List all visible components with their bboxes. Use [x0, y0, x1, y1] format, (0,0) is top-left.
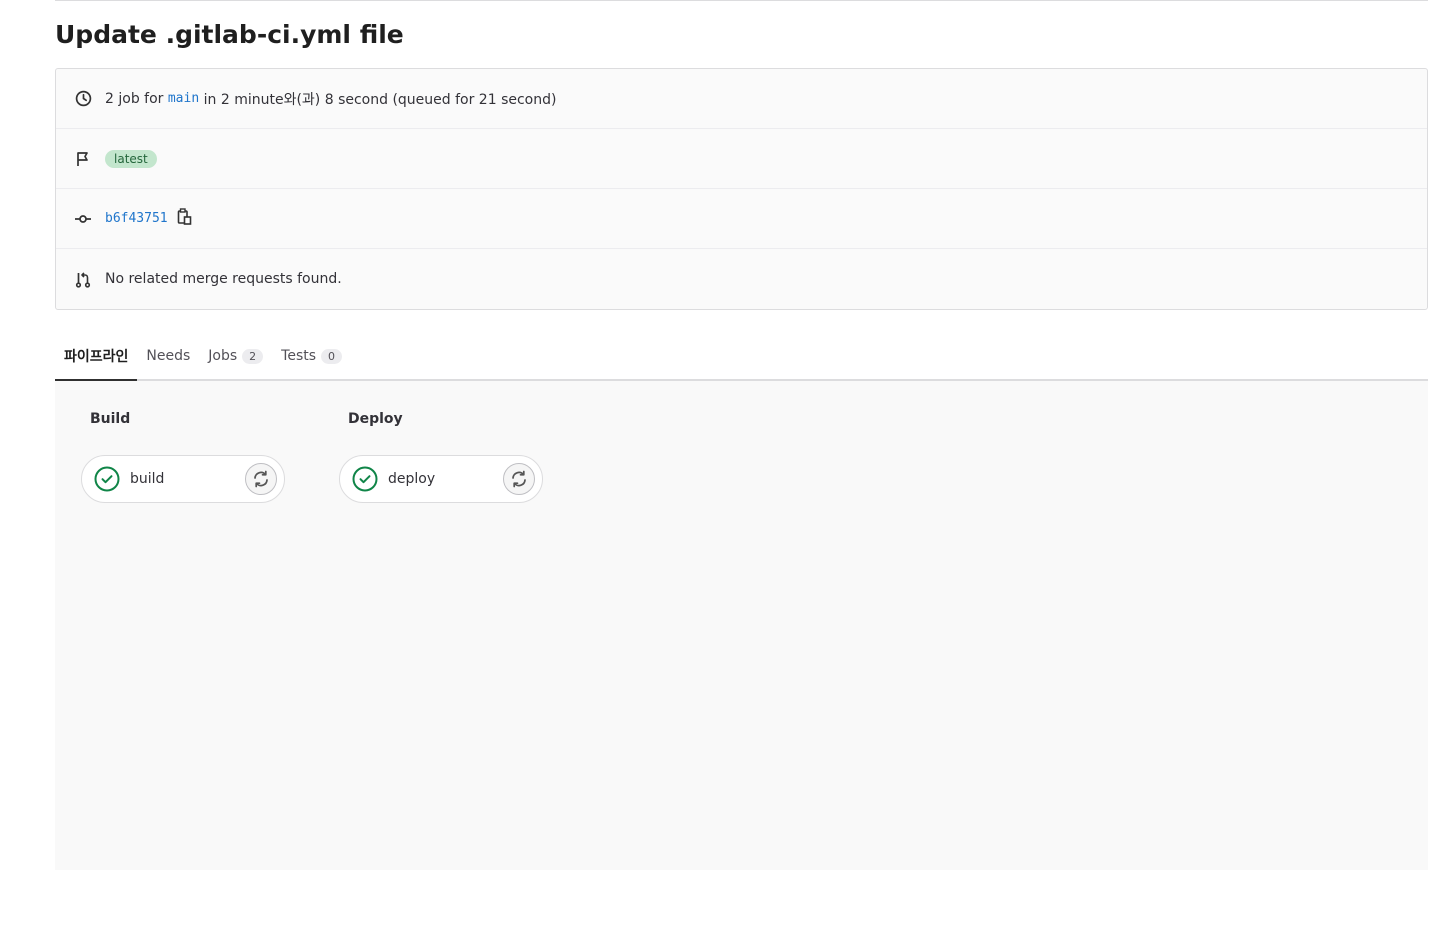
job-name: build [130, 471, 165, 487]
clock-icon [74, 90, 92, 108]
tab-tests-count: 0 [321, 348, 343, 364]
check-circle-icon [94, 466, 120, 492]
commit-icon [74, 210, 92, 228]
pipeline-badges-row: latest [56, 129, 1427, 189]
job-build[interactable]: build [81, 455, 285, 503]
tab-needs[interactable]: Needs [137, 333, 199, 379]
merge-request-icon [74, 270, 92, 288]
merge-requests-text: No related merge requests found. [105, 271, 342, 287]
job-deploy[interactable]: deploy [339, 455, 543, 503]
pipeline-commit-row: b6f43751 [56, 189, 1427, 249]
job-name: deploy [388, 471, 436, 487]
tab-pipeline-label: 파이프라인 [64, 349, 129, 365]
jobs-count-text: 2 job for [105, 90, 164, 107]
tab-tests[interactable]: Tests 0 [272, 333, 351, 379]
tab-jobs-count: 2 [242, 348, 264, 364]
flag-icon [74, 150, 92, 168]
tab-tests-label: Tests [281, 348, 317, 364]
pipeline-tabs: 파이프라인 Needs Jobs 2 Tests 0 [55, 331, 1428, 381]
branch-link[interactable]: main [168, 91, 199, 106]
retry-job-button[interactable] [503, 463, 535, 495]
tab-jobs-label: Jobs [208, 348, 238, 364]
pipeline-graph: Build build Deploy deploy [55, 381, 1428, 870]
tab-pipeline[interactable]: 파이프라인 [55, 333, 138, 381]
retry-icon [252, 470, 270, 488]
retry-icon [510, 470, 528, 488]
page-title: Update .gitlab-ci.yml file [55, 20, 404, 49]
pipeline-page: Update .gitlab-ci.yml file 2 job for mai… [0, 0, 1434, 926]
clipboard-icon [177, 208, 192, 229]
stage-title: Deploy [348, 411, 403, 427]
pipeline-duration-row: 2 job for main in 2 minute와(과) 8 second … [56, 69, 1427, 129]
latest-badge: latest [105, 149, 157, 168]
tab-needs-label: Needs [146, 348, 191, 364]
commit-sha-link[interactable]: b6f43751 [105, 211, 168, 226]
pipeline-merge-requests-row: No related merge requests found. [56, 249, 1427, 309]
pipeline-info-box: 2 job for main in 2 minute와(과) 8 second … [55, 68, 1428, 310]
check-circle-icon [352, 466, 378, 492]
tab-jobs[interactable]: Jobs 2 [199, 333, 272, 379]
retry-job-button[interactable] [245, 463, 277, 495]
copy-commit-sha-button[interactable] [177, 208, 192, 229]
duration-text: in 2 minute와(과) 8 second (queued for 21 … [203, 91, 557, 108]
top-divider [55, 0, 1428, 1]
stage-title: Build [90, 411, 131, 427]
